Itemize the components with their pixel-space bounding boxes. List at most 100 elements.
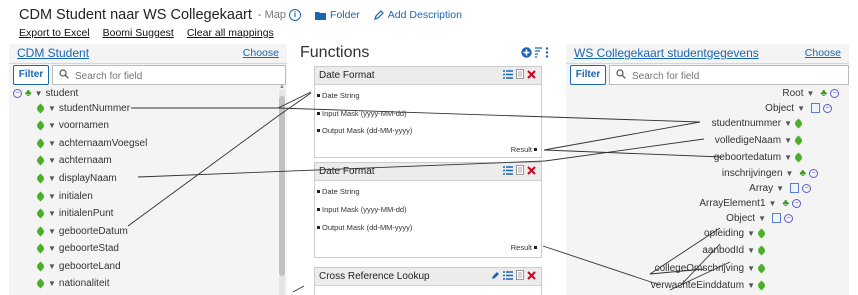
source-search-input[interactable]	[53, 68, 285, 85]
sort-icon[interactable]	[534, 47, 543, 58]
target-item-arrayelement1[interactable]: ArrayElement1 ▼ ♣ −	[699, 197, 801, 209]
target-item-geboortedatum[interactable]: geboortedatum ▼	[714, 151, 806, 163]
copy-icon[interactable]	[516, 69, 524, 79]
more-options-icon[interactable]	[545, 47, 549, 58]
chevron-down-icon[interactable]: ▼	[48, 262, 56, 271]
target-item-object-2[interactable]: Object ▼ −	[726, 212, 793, 224]
pencil-icon[interactable]	[491, 271, 500, 280]
target-choose-link[interactable]: Choose	[805, 47, 841, 59]
chevron-down-icon[interactable]: ▼	[48, 244, 56, 253]
source-scrollbar[interactable]	[279, 90, 285, 295]
copy-icon[interactable]	[516, 270, 524, 280]
target-item-inschrijvingen[interactable]: inschrijvingen ▼ ♣ −	[722, 167, 818, 179]
chevron-down-icon[interactable]: ▼	[769, 199, 777, 208]
delete-icon[interactable]	[527, 165, 536, 175]
target-item-array[interactable]: Array ▼ −	[749, 182, 811, 194]
tree-item-geboorteland[interactable]: ▼ geboorteLand	[35, 260, 121, 272]
target-item-verwachteeinddatum[interactable]: verwachteEinddatum ▼	[651, 279, 769, 291]
clear-all-mappings-link[interactable]: Clear all mappings	[187, 27, 274, 39]
tree-item-geboortedatum[interactable]: ▼ geboorteDatum	[35, 225, 128, 237]
function-input-input-mask[interactable]: Input Mask (yyyy-MM-dd)	[317, 205, 407, 214]
tree-item-studentnummer[interactable]: ▼ studentNummer	[35, 102, 130, 114]
source-filter-button[interactable]: Filter	[13, 65, 49, 85]
chevron-down-icon[interactable]: ▼	[776, 184, 784, 193]
chevron-down-icon[interactable]: ▼	[758, 214, 766, 223]
target-item-root[interactable]: Root ▼ ♣ −	[782, 87, 839, 99]
tree-item-student[interactable]: − ♣ ▼ student	[13, 87, 78, 99]
add-description-link[interactable]: Add Description	[373, 9, 462, 21]
collapse-icon[interactable]: −	[13, 88, 22, 98]
chevron-down-icon[interactable]: ▼	[35, 89, 43, 98]
chevron-down-icon[interactable]: ▼	[747, 264, 755, 273]
list-icon[interactable]	[503, 165, 513, 175]
chevron-down-icon[interactable]: ▼	[747, 281, 755, 290]
chevron-down-icon[interactable]: ▼	[48, 139, 56, 148]
function-output-result[interactable]: Result	[511, 243, 537, 252]
function-input-input-mask[interactable]: Input Mask (yyyy-MM-dd)	[317, 109, 407, 118]
collapse-icon[interactable]: −	[809, 168, 818, 178]
target-profile-title[interactable]: WS Collegekaart studentgegevens	[574, 46, 759, 60]
list-icon[interactable]	[503, 270, 513, 280]
chevron-down-icon[interactable]: ▼	[784, 136, 792, 145]
target-filter-button[interactable]: Filter	[570, 65, 606, 85]
function-output-result[interactable]: Result	[511, 145, 537, 154]
collapse-icon[interactable]: −	[823, 103, 832, 113]
chevron-down-icon[interactable]: ▼	[48, 174, 56, 183]
chevron-down-icon[interactable]: ▼	[48, 209, 56, 218]
function-input-output-mask[interactable]: Output Mask (dd-MM-yyyy)	[317, 223, 412, 232]
info-icon[interactable]: i	[289, 9, 302, 21]
target-item-volledigenaam[interactable]: volledigeNaam ▼	[715, 134, 806, 146]
tree-item-displaynaam[interactable]: ▼ displayNaam	[35, 172, 117, 184]
chevron-down-icon[interactable]: ▼	[784, 153, 792, 162]
export-to-excel-link[interactable]: Export to Excel	[19, 27, 90, 39]
collapse-icon[interactable]: −	[792, 198, 801, 208]
delete-icon[interactable]	[527, 270, 536, 280]
target-item-studentnummer[interactable]: studentnummer ▼	[712, 117, 806, 129]
chevron-down-icon[interactable]: ▼	[797, 104, 805, 113]
tree-item-nationaliteit[interactable]: ▼ nationaliteit	[35, 277, 110, 289]
copy-icon[interactable]	[516, 165, 524, 175]
source-profile-title[interactable]: CDM Student	[17, 46, 89, 60]
function-box-date-format-1[interactable]: Date Format Date String Input Mask (yyyy…	[314, 66, 542, 158]
tree-item-geboortestad[interactable]: ▼ geboorteStad	[35, 242, 119, 254]
tree-item-initialen[interactable]: ▼ initialen	[35, 190, 93, 202]
target-item-object[interactable]: Object ▼ −	[765, 102, 832, 114]
tree-item-initialenpunt[interactable]: ▼ initialenPunt	[35, 207, 113, 219]
function-box-header[interactable]: Date Format	[315, 67, 541, 85]
function-box-date-format-2[interactable]: Date Format Date String Input Mask (yyyy…	[314, 162, 542, 258]
boomi-suggest-link[interactable]: Boomi Suggest	[103, 27, 174, 39]
tree-item-achternaamvoegsel[interactable]: ▼ achternaamVoegsel	[35, 137, 147, 149]
chevron-down-icon[interactable]: ▼	[747, 246, 755, 255]
chevron-down-icon[interactable]: ▼	[786, 169, 794, 178]
function-input-date-string[interactable]: Date String	[317, 91, 360, 100]
tree-item-voornamen[interactable]: ▼ voornamen	[35, 119, 109, 131]
list-icon[interactable]	[503, 69, 513, 79]
function-box-header[interactable]: Date Format	[315, 163, 541, 181]
chevron-down-icon[interactable]: ▼	[807, 89, 815, 98]
target-item-aanbodid[interactable]: aanbodId ▼	[702, 244, 769, 256]
chevron-down-icon[interactable]: ▼	[48, 104, 56, 113]
chevron-down-icon[interactable]: ▼	[48, 121, 56, 130]
add-function-icon[interactable]	[521, 47, 532, 58]
chevron-down-icon[interactable]: ▼	[48, 279, 56, 288]
delete-icon[interactable]	[527, 69, 536, 79]
chevron-down-icon[interactable]: ▼	[48, 192, 56, 201]
tree-item-achternaam[interactable]: ▼ achternaam	[35, 154, 112, 166]
function-input-output-mask[interactable]: Output Mask (dd-MM-yyyy)	[317, 126, 412, 135]
function-box-header[interactable]: Cross Reference Lookup	[315, 268, 541, 286]
target-item-opleiding[interactable]: opleiding ▼	[704, 227, 769, 239]
source-choose-link[interactable]: Choose	[243, 47, 279, 59]
target-item-collegeomschrijving[interactable]: collegeOmschrijving ▼	[655, 262, 769, 274]
function-box-cross-reference-lookup[interactable]: Cross Reference Lookup	[314, 267, 542, 295]
folder-link[interactable]: Folder	[315, 9, 360, 21]
collapse-icon[interactable]: −	[784, 213, 793, 223]
chevron-down-icon[interactable]: ▼	[784, 119, 792, 128]
chevron-down-icon[interactable]: ▼	[747, 229, 755, 238]
target-search-input[interactable]	[610, 68, 848, 85]
chevron-down-icon[interactable]: ▼	[48, 156, 56, 165]
chevron-down-icon[interactable]: ▼	[48, 227, 56, 236]
function-input-date-string[interactable]: Date String	[317, 187, 360, 196]
scrollbar-thumb[interactable]	[279, 96, 285, 276]
collapse-icon[interactable]: −	[830, 88, 839, 98]
collapse-icon[interactable]: −	[802, 183, 811, 193]
